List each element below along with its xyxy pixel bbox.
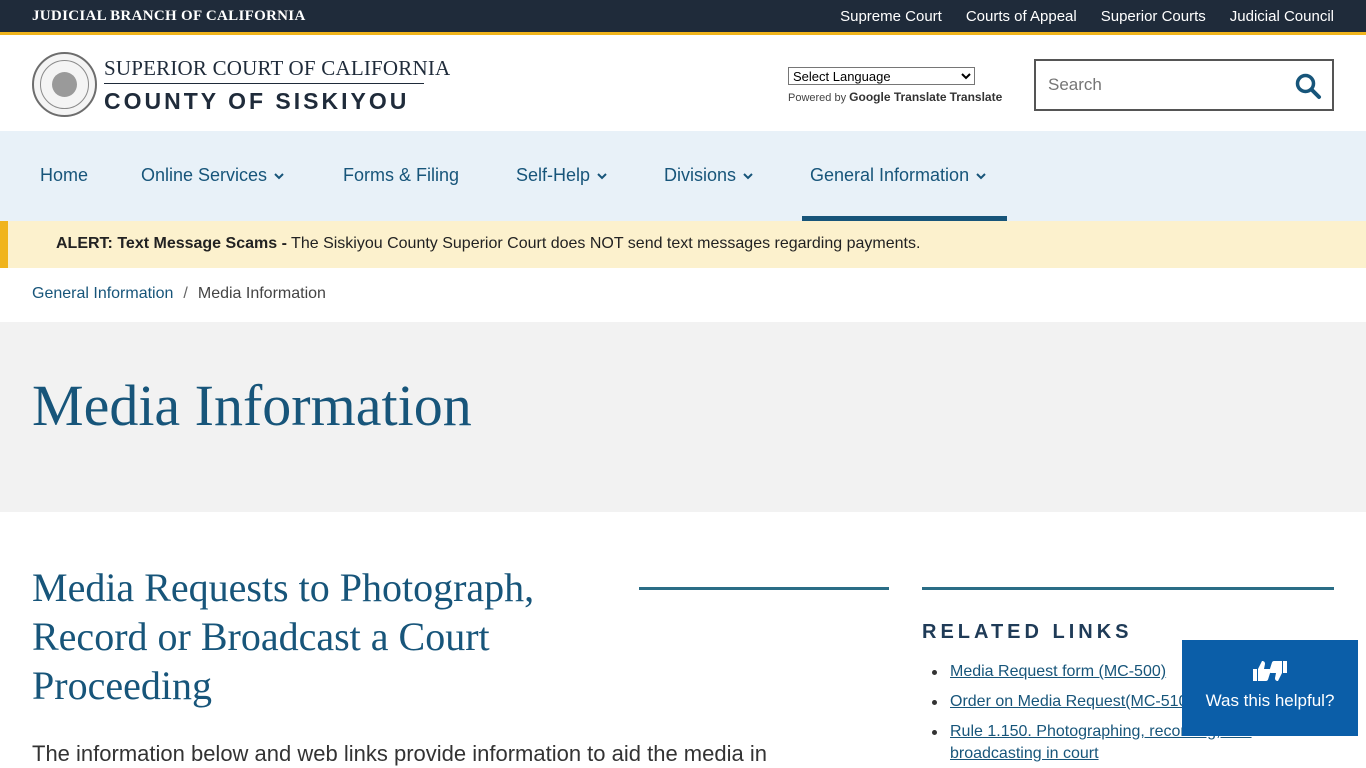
site-header: SUPERIOR COURT OF CALIFORNIA COUNTY OF S… <box>0 38 1366 131</box>
was-this-helpful-button[interactable]: Was this helpful? <box>1182 640 1358 736</box>
link-courts-of-appeal[interactable]: Courts of Appeal <box>966 8 1077 25</box>
court-name-divider <box>104 83 424 84</box>
nav-online-services[interactable]: Online Services <box>141 165 285 186</box>
judicial-branch-brand[interactable]: JUDICIAL BRANCH OF CALIFORNIA <box>32 8 306 25</box>
main-nav: Home Online Services Forms & Filing Self… <box>0 131 1366 221</box>
language-select[interactable]: Select Language <box>788 67 975 85</box>
intro-paragraph: The information below and web links prov… <box>32 741 767 766</box>
chevron-down-icon <box>976 172 986 179</box>
related-links-rule <box>922 587 1334 590</box>
nav-home[interactable]: Home <box>40 165 88 186</box>
section-title: Media Requests to Photograph, Record or … <box>32 565 535 708</box>
court-name-line1[interactable]: SUPERIOR COURT OF CALIFORNIA <box>104 56 450 81</box>
top-links: Supreme Court Courts of Appeal Superior … <box>840 8 1334 25</box>
google-translate-logo: Google Translate <box>849 90 947 104</box>
search-input[interactable] <box>1048 74 1288 96</box>
breadcrumb-general-information[interactable]: General Information <box>32 285 173 303</box>
alert-text: ALERT: Text Message Scams - The Siskiyou… <box>56 235 920 253</box>
page-title: Media Information <box>32 373 472 438</box>
search-box <box>1034 59 1334 111</box>
breadcrumb-separator: / <box>183 285 188 302</box>
section-title-rule <box>639 587 889 590</box>
nav-forms-filing-label: Forms & Filing <box>343 165 460 185</box>
breadcrumb-current: Media Information <box>197 285 326 302</box>
nav-general-information-label: General Information <box>810 165 970 185</box>
nav-divisions[interactable]: Divisions <box>664 165 754 186</box>
thumbs-up-down-icon <box>1253 661 1287 681</box>
language-widget: Select Language Powered by Google Transl… <box>788 67 1002 104</box>
related-links-title: RELATED LINKS <box>922 621 1133 643</box>
breadcrumb: General Information / Media Information <box>32 285 326 303</box>
nav-online-services-label: Online Services <box>141 165 268 185</box>
link-judicial-council[interactable]: Judicial Council <box>1230 8 1334 25</box>
alert-banner: ALERT: Text Message Scams - The Siskiyou… <box>0 221 1366 268</box>
chevron-down-icon <box>274 172 284 179</box>
alert-message: The Siskiyou County Superior Court does … <box>286 235 921 252</box>
link-media-request-form[interactable]: Media Request form (MC-500) <box>950 663 1166 680</box>
powered-by: Powered by Google Translate Translate <box>788 90 1002 104</box>
nav-general-information[interactable]: General Information <box>810 165 987 186</box>
search-icon[interactable] <box>1294 72 1322 100</box>
nav-forms-filing[interactable]: Forms & Filing <box>343 165 459 186</box>
nav-divisions-label: Divisions <box>664 165 737 185</box>
powered-by-label: Powered by <box>788 92 847 104</box>
page-hero: Media Information <box>0 322 1366 512</box>
link-order-on-media-request[interactable]: Order on Media Request(MC-510) <box>950 693 1193 710</box>
top-bar: JUDICIAL BRANCH OF CALIFORNIA Supreme Co… <box>0 0 1366 35</box>
court-name-line2[interactable]: COUNTY OF SISKIYOU <box>104 88 409 115</box>
alert-stripe <box>0 221 8 268</box>
link-supreme-court[interactable]: Supreme Court <box>840 8 942 25</box>
was-this-helpful-label: Was this helpful? <box>1205 691 1335 710</box>
link-superior-courts[interactable]: Superior Courts <box>1101 8 1206 25</box>
court-seal-icon[interactable] <box>32 52 97 117</box>
chevron-down-icon <box>743 172 753 179</box>
translate-link[interactable]: Translate <box>950 90 1003 104</box>
nav-self-help-label: Self-Help <box>516 165 591 185</box>
chevron-down-icon <box>597 172 607 179</box>
seal-core <box>52 72 77 97</box>
nav-self-help[interactable]: Self-Help <box>516 165 608 186</box>
alert-label: ALERT: Text Message Scams - <box>56 235 287 252</box>
nav-home-label: Home <box>40 165 89 185</box>
